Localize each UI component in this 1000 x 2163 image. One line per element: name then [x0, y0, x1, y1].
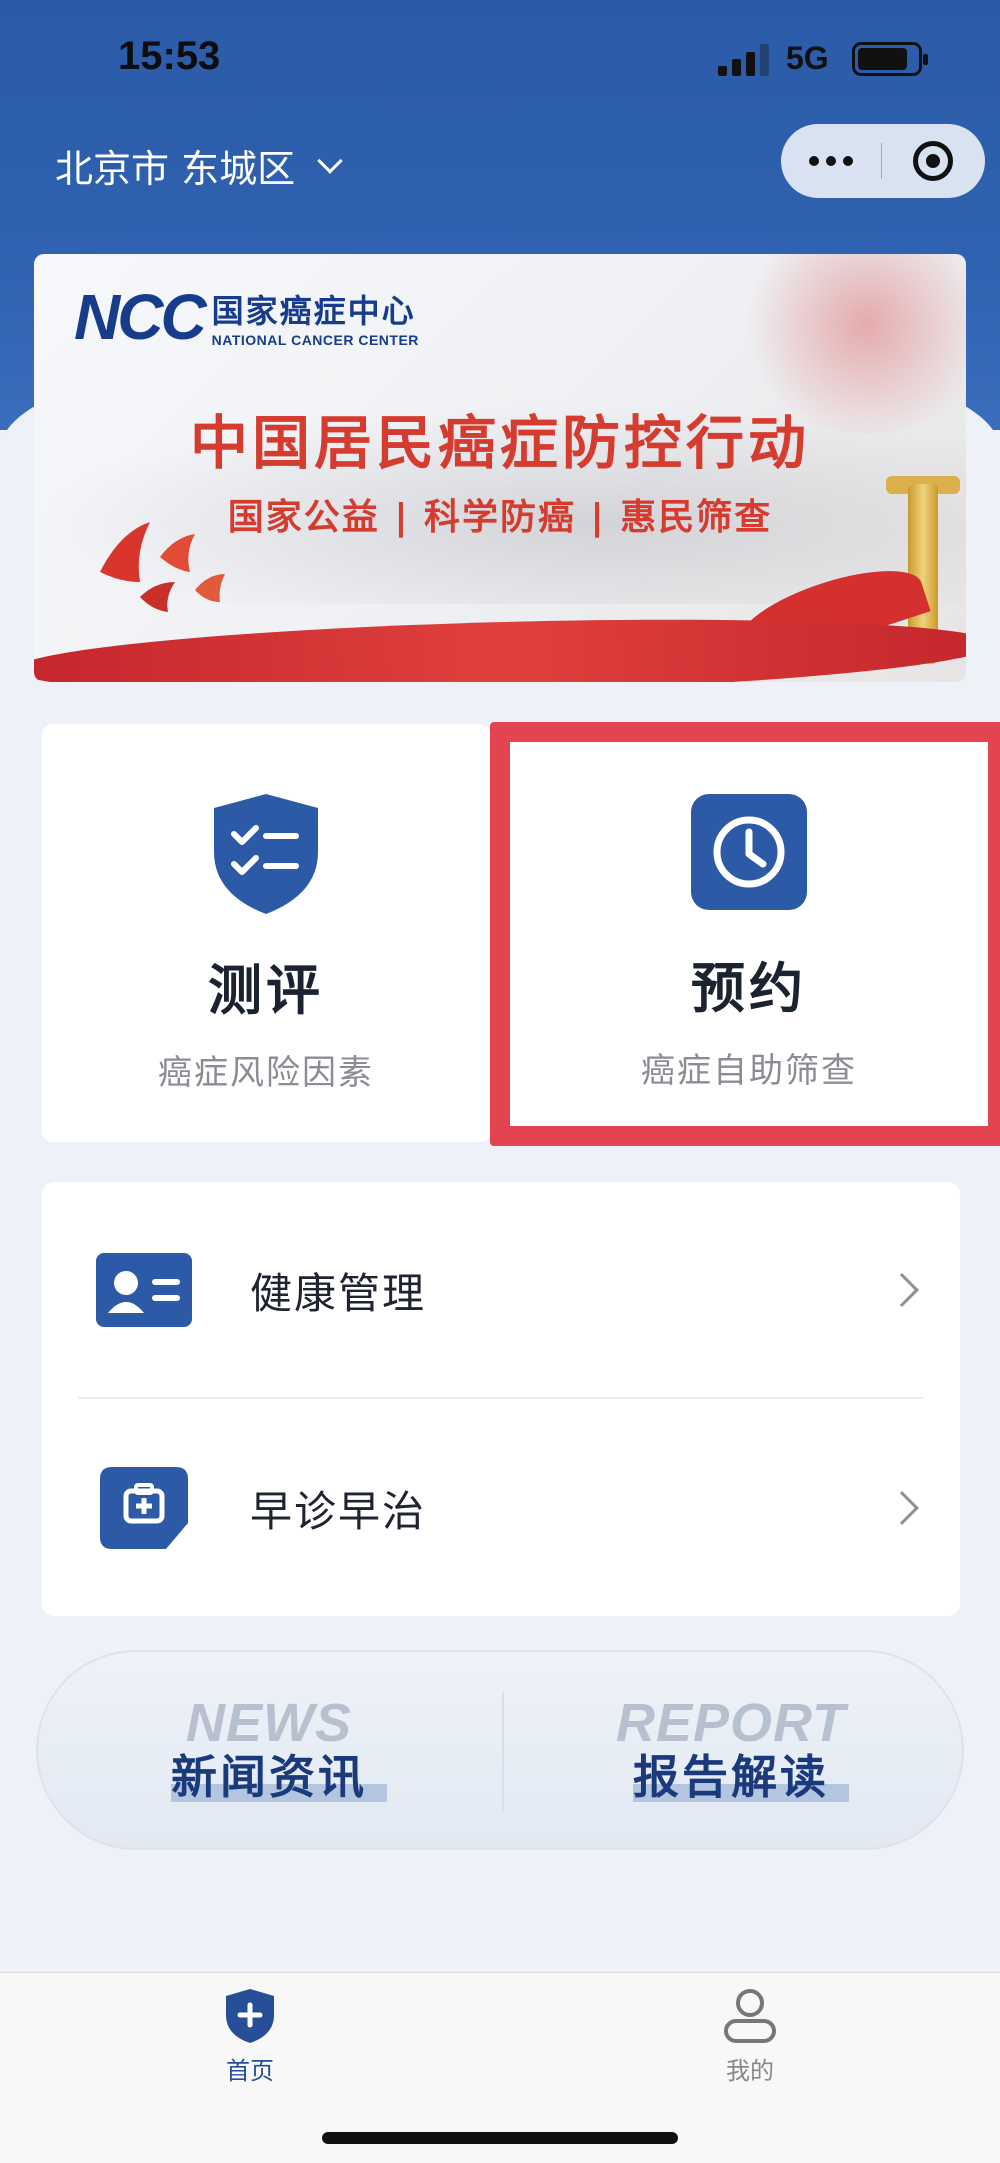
medical-kit-icon: [100, 1467, 188, 1549]
ncc-logo: NCC 国家癌症中心 NATIONAL CANCER CENTER: [74, 280, 419, 354]
target-icon: [913, 141, 953, 181]
report-cn-label: 报告解读: [633, 1750, 829, 1804]
appointment-card[interactable]: 预约 癌症自助筛查: [490, 722, 1000, 1146]
user-icon: [724, 1989, 776, 2043]
assessment-subtitle: 癌症风险因素: [158, 1053, 374, 1093]
banner-title: 中国居民癌症防控行动: [189, 409, 810, 477]
ncc-logo-cn: 国家癌症中心: [211, 292, 416, 330]
assessment-card[interactable]: 测评 癌症风险因素: [42, 724, 490, 1142]
news-report-bar: NEWS 新闻资讯 REPORT 报告解读: [36, 1650, 964, 1850]
network-type: 5G: [786, 40, 829, 76]
home-indicator: [322, 2132, 678, 2144]
appointment-title: 预约: [691, 957, 807, 1020]
list-item-label: 健康管理: [250, 1268, 427, 1318]
clock-icon: [691, 794, 807, 910]
service-list: 健康管理 早诊早治: [42, 1182, 960, 1616]
tab-me[interactable]: 我的: [650, 1987, 850, 2086]
news-cn-label: 新闻资讯: [171, 1750, 367, 1804]
appointment-subtitle: 癌症自助筛查: [641, 1051, 857, 1091]
location-label: 北京市 东城区: [55, 147, 296, 191]
list-item-label: 早诊早治: [250, 1486, 427, 1536]
home-shield-icon: [226, 1989, 274, 2043]
chevron-down-icon: [317, 147, 343, 174]
campaign-banner[interactable]: NCC 国家癌症中心 NATIONAL CANCER CENTER 中国居民癌症…: [34, 254, 966, 682]
list-item-health-management[interactable]: 健康管理: [42, 1182, 960, 1398]
tab-me-label: 我的: [726, 2057, 774, 2085]
miniprogram-capsule: [781, 124, 985, 198]
battery-icon: [852, 42, 928, 76]
news-en-label: NEWS: [186, 1693, 352, 1753]
id-card-icon: [96, 1253, 192, 1327]
location-selector[interactable]: 北京市 东城区: [55, 138, 343, 193]
assessment-title: 测评: [208, 959, 324, 1022]
chevron-right-icon: [885, 1491, 919, 1525]
doves-icon: [100, 522, 225, 612]
list-divider: [78, 1397, 924, 1399]
signal-icon: [718, 44, 769, 76]
close-miniprogram-button[interactable]: [882, 124, 984, 198]
ncc-logo-en: NATIONAL CANCER CENTER: [211, 332, 419, 348]
feature-cards: 测评 癌症风险因素 预约 癌症自助筛查: [42, 722, 1000, 1146]
tab-home-label: 首页: [226, 2057, 274, 2085]
tab-home[interactable]: 首页: [150, 1987, 350, 2086]
chevron-right-icon: [885, 1273, 919, 1307]
report-button[interactable]: REPORT 报告解读: [500, 1650, 962, 1850]
battery-level: [858, 48, 908, 70]
more-button[interactable]: [781, 124, 881, 198]
news-button[interactable]: NEWS 新闻资讯: [38, 1650, 500, 1850]
checklist-shield-icon: [214, 794, 318, 914]
ncc-logo-mark: NCC: [74, 281, 207, 353]
more-dots-icon: [809, 156, 819, 166]
report-en-label: REPORT: [615, 1693, 847, 1753]
status-bar: 15:53 5G: [0, 0, 1000, 120]
status-time: 15:53: [118, 34, 221, 78]
list-item-early-diagnosis[interactable]: 早诊早治: [42, 1400, 960, 1616]
